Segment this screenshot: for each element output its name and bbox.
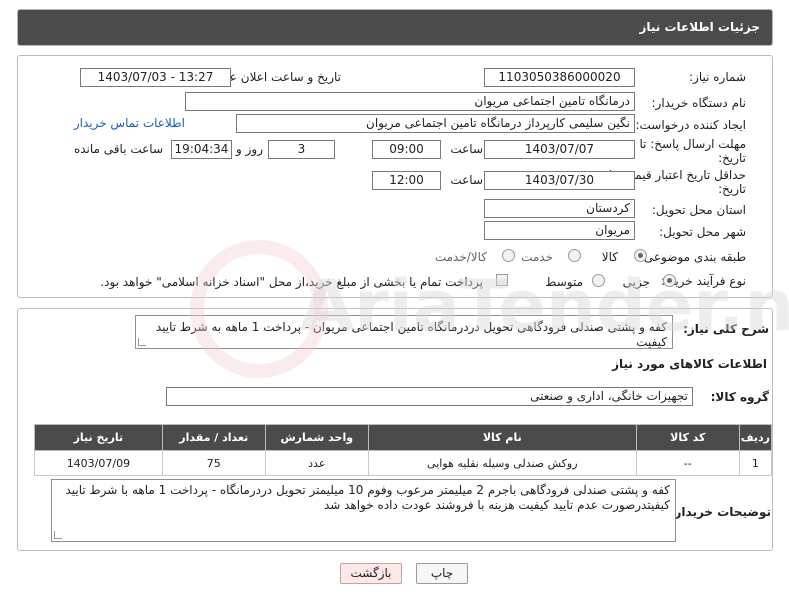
days-label: روز و bbox=[236, 142, 263, 156]
category-option-both: کالا/خدمت bbox=[434, 250, 487, 264]
reply-date-field: 1403/07/07 bbox=[484, 140, 635, 159]
category-radio-goods[interactable] bbox=[634, 249, 647, 262]
description-label: شرح کلی نیاز: bbox=[683, 322, 769, 336]
col-name: نام کالا bbox=[367, 424, 637, 451]
province-label: استان محل تحویل: bbox=[651, 203, 746, 217]
reply-deadline-label: مهلت ارسال پاسخ: تا bbox=[639, 137, 746, 151]
process-option-partial: جزیی bbox=[622, 275, 650, 289]
page-title: جزئیات اطلاعات نیاز bbox=[639, 20, 760, 34]
reply-time-field: 09:00 bbox=[372, 140, 441, 159]
buyer-notes-text: کفه و پشتی صندلی فرودگاهی باجرم 2 میلیمت… bbox=[65, 483, 670, 512]
buyer-org-field: درمانگاه تامین اجتماعی مریوان bbox=[185, 92, 635, 111]
resize-handle-icon[interactable] bbox=[138, 338, 146, 346]
col-row: ردیف bbox=[738, 424, 773, 451]
category-option-goods: کالا bbox=[601, 250, 618, 264]
price-time-label: ساعت bbox=[450, 173, 483, 187]
goods-table: ردیف کد کالا نام کالا واحد شمارش تعداد /… bbox=[34, 424, 773, 476]
resize-handle-icon[interactable] bbox=[54, 531, 62, 539]
page-header: جزئیات اطلاعات نیاز bbox=[17, 9, 773, 46]
buyer-notes-field: کفه و پشتی صندلی فرودگاهی باجرم 2 میلیمت… bbox=[51, 479, 676, 542]
payment-note: پرداخت تمام یا بخشی از مبلغ خرید،از محل … bbox=[100, 275, 483, 289]
buyer-notes-label: توضیحات خریدار: bbox=[669, 505, 771, 519]
city-label: شهر محل تحویل: bbox=[659, 225, 746, 239]
treasury-checkbox[interactable] bbox=[496, 274, 508, 286]
cell-code: -- bbox=[635, 450, 740, 476]
col-qty: تعداد / مقدار bbox=[161, 424, 266, 451]
cell-name: روکش صندلی وسیله نقلیه هوایی bbox=[367, 450, 637, 476]
announce-field: 1403/07/03 - 13:27 bbox=[80, 68, 231, 87]
process-radio-medium[interactable] bbox=[592, 274, 605, 287]
requester-field: نگین سلیمی کارپرداز درمانگاه تامین اجتما… bbox=[236, 114, 635, 133]
city-field: مریوان bbox=[484, 221, 635, 240]
reply-deadline-label-date: تاریخ: bbox=[718, 151, 746, 165]
category-radio-service[interactable] bbox=[568, 249, 581, 262]
price-time-field: 12:00 bbox=[372, 171, 441, 190]
price-validity-label-date: تاریخ: bbox=[718, 182, 746, 196]
remaining-time-label: ساعت باقی مانده bbox=[73, 142, 163, 156]
category-radio-both[interactable] bbox=[502, 249, 515, 262]
goods-table-header: ردیف کد کالا نام کالا واحد شمارش تعداد /… bbox=[34, 424, 773, 451]
cell-date: 1403/07/09 bbox=[34, 450, 163, 476]
cell-row: 1 bbox=[738, 450, 773, 476]
print-button[interactable]: چاپ bbox=[416, 563, 468, 584]
description-text: کفه و پشتی صندلی فرودگاهی تحویل دردرمانگ… bbox=[155, 320, 667, 349]
price-date-field: 1403/07/30 bbox=[484, 171, 635, 190]
goods-group-field: تجهیزات خانگی، اداری و صنعتی bbox=[166, 387, 693, 406]
need-number-label: شماره نیاز: bbox=[689, 70, 746, 84]
requester-label: ایجاد کننده درخواست: bbox=[635, 118, 746, 132]
reply-time-label: ساعت bbox=[450, 142, 483, 156]
description-field: کفه و پشتی صندلی فرودگاهی تحویل دردرمانگ… bbox=[135, 315, 673, 349]
goods-section-title: اطلاعات کالاهای مورد نیاز bbox=[612, 357, 767, 371]
category-option-service: خدمت bbox=[521, 250, 553, 264]
process-option-medium: متوسط bbox=[545, 275, 583, 289]
category-label: طبقه بندی موضوعی: bbox=[639, 250, 746, 264]
table-row: 1 -- روکش صندلی وسیله نقلیه هوایی عدد 75… bbox=[34, 450, 773, 476]
buyer-contact-link[interactable]: اطلاعات تماس خریدار bbox=[74, 116, 185, 130]
days-remaining-field: 3 bbox=[268, 140, 335, 159]
goods-group-label: گروه کالا: bbox=[710, 390, 769, 404]
cell-unit: عدد bbox=[264, 450, 369, 476]
need-number-field: 1103050386000020 bbox=[484, 68, 635, 87]
col-date: تاریخ نیاز bbox=[34, 424, 163, 451]
back-button[interactable]: بازگشت bbox=[340, 563, 402, 584]
col-code: کد کالا bbox=[635, 424, 740, 451]
col-unit: واحد شمارش bbox=[264, 424, 369, 451]
remaining-time-field: 19:04:34 bbox=[171, 140, 232, 159]
cell-qty: 75 bbox=[161, 450, 266, 476]
process-radio-partial[interactable] bbox=[663, 274, 676, 287]
buyer-org-label: نام دستگاه خریدار: bbox=[651, 96, 747, 110]
province-field: کردستان bbox=[484, 199, 635, 218]
